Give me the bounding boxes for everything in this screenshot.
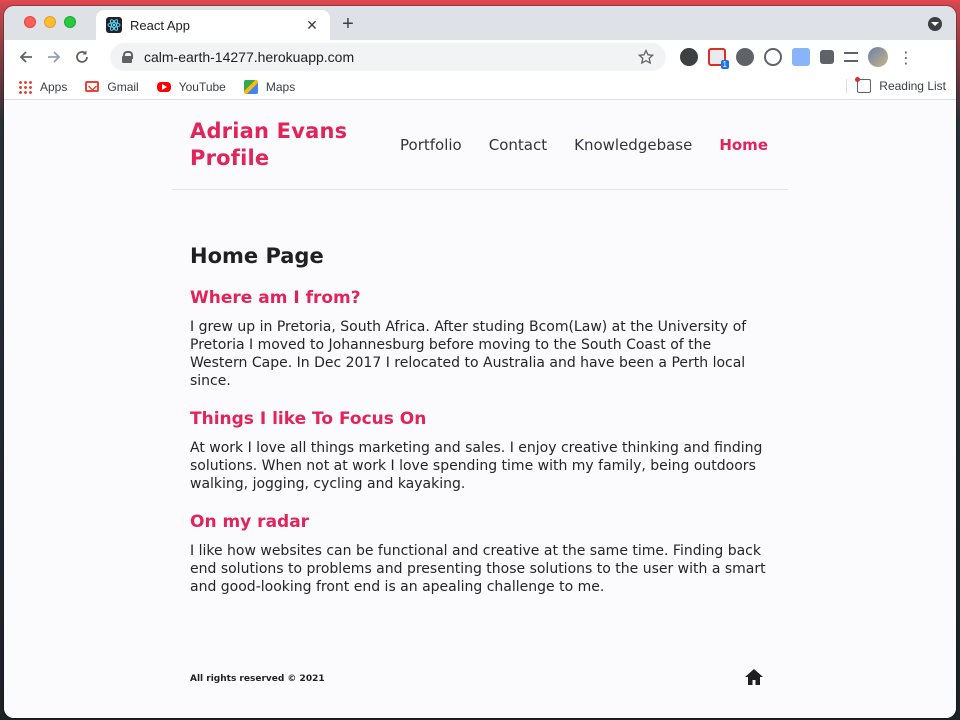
bookmark-gmail[interactable]: Gmail xyxy=(85,79,139,94)
bookmark-label: YouTube xyxy=(178,79,226,94)
web-page: Adrian Evans Profile Portfolio Contact K… xyxy=(4,100,956,718)
youtube-icon xyxy=(156,81,171,92)
lock-icon[interactable] xyxy=(122,51,133,63)
profile-avatar[interactable] xyxy=(868,47,888,67)
puzzle-icon[interactable] xyxy=(820,50,834,64)
section-where-from: Where am I from? I grew up in Pretoria, … xyxy=(190,288,770,390)
extension-badge: 1 xyxy=(720,60,729,69)
section-radar: On my radar I like how websites can be f… xyxy=(190,512,770,596)
tab-search-icon[interactable] xyxy=(928,17,942,31)
bookmark-maps[interactable]: Maps xyxy=(243,79,296,94)
nav-link-knowledgebase[interactable]: Knowledgebase xyxy=(574,136,692,154)
main-content: Home Page Where am I from? I grew up in … xyxy=(190,244,770,615)
reading-list-button[interactable]: Reading List xyxy=(846,77,946,93)
section-body: I grew up in Pretoria, South Africa. Aft… xyxy=(190,319,747,389)
footer-copyright: All rights reserved © 2021 xyxy=(190,674,325,684)
url-text[interactable]: calm-earth-14277.herokuapp.com xyxy=(144,49,638,65)
home-icon[interactable] xyxy=(744,668,764,686)
bookmark-apps[interactable]: Apps xyxy=(18,79,68,94)
close-window-button[interactable] xyxy=(24,16,36,28)
address-bar[interactable]: calm-earth-14277.herokuapp.com xyxy=(110,43,666,71)
section-focus: Things I like To Focus On At work I love… xyxy=(190,409,770,493)
minimize-window-button[interactable] xyxy=(44,16,56,28)
new-tab-button[interactable]: + xyxy=(338,13,358,36)
arrow-left-icon xyxy=(19,51,32,63)
site-nav: Portfolio Contact Knowledgebase Home xyxy=(400,136,768,154)
section-body: At work I love all things marketing and … xyxy=(190,440,763,492)
section-heading: Things I like To Focus On xyxy=(190,409,427,429)
extension-circle-icon[interactable] xyxy=(680,48,698,66)
reload-button[interactable] xyxy=(68,43,96,71)
extension-code-icon[interactable] xyxy=(764,48,782,66)
bookmark-youtube[interactable]: YouTube xyxy=(156,79,226,94)
back-button[interactable] xyxy=(12,43,40,71)
bookmark-label: Apps xyxy=(40,79,68,94)
nav-link-home[interactable]: Home xyxy=(719,136,768,154)
maps-icon xyxy=(243,79,258,94)
nav-link-contact[interactable]: Contact xyxy=(489,136,547,154)
bookmarks-bar: Apps Gmail YouTube Maps Reading List xyxy=(4,74,956,100)
site-brand[interactable]: Adrian Evans Profile xyxy=(190,118,360,172)
site-header: Adrian Evans Profile Portfolio Contact K… xyxy=(172,100,788,190)
forward-button[interactable] xyxy=(40,43,68,71)
page-title: Home Page xyxy=(190,244,324,268)
extension-network-icon[interactable]: 1 xyxy=(708,48,729,69)
arrow-right-icon xyxy=(48,51,61,63)
react-logo-icon xyxy=(106,17,122,33)
tab-close-icon[interactable]: ✕ xyxy=(304,17,320,34)
bookmark-label: Maps xyxy=(265,79,296,94)
reload-icon xyxy=(76,50,88,63)
section-heading: Where am I from? xyxy=(190,288,361,308)
window-controls xyxy=(24,16,76,28)
reading-list-icon xyxy=(855,77,872,93)
bookmark-star-icon[interactable] xyxy=(638,49,654,65)
maximize-window-button[interactable] xyxy=(64,16,76,28)
nav-link-portfolio[interactable]: Portfolio xyxy=(400,136,462,154)
extension-w-icon[interactable] xyxy=(736,48,754,66)
extensions-area: 1 ⋮ xyxy=(680,47,914,69)
browser-toolbar: calm-earth-14277.herokuapp.com 1 ⋮ xyxy=(4,40,956,74)
gmail-icon xyxy=(85,81,100,92)
section-heading: On my radar xyxy=(190,512,310,532)
tab-strip: React App ✕ + xyxy=(4,6,956,40)
apps-grid-icon xyxy=(18,79,32,94)
section-body: I like how websites can be functional an… xyxy=(190,543,766,595)
bookmark-label: Gmail xyxy=(107,79,139,94)
extension-screen-icon[interactable] xyxy=(792,48,810,66)
browser-window: React App ✕ + calm-earth-14277.herokuapp… xyxy=(4,6,956,718)
tab-title: React App xyxy=(130,17,190,33)
tab-react-app[interactable]: React App ✕ xyxy=(96,10,330,40)
reading-list-label: Reading List xyxy=(879,79,946,93)
media-control-icon[interactable] xyxy=(844,52,858,62)
more-menu-icon[interactable]: ⋮ xyxy=(898,48,914,67)
